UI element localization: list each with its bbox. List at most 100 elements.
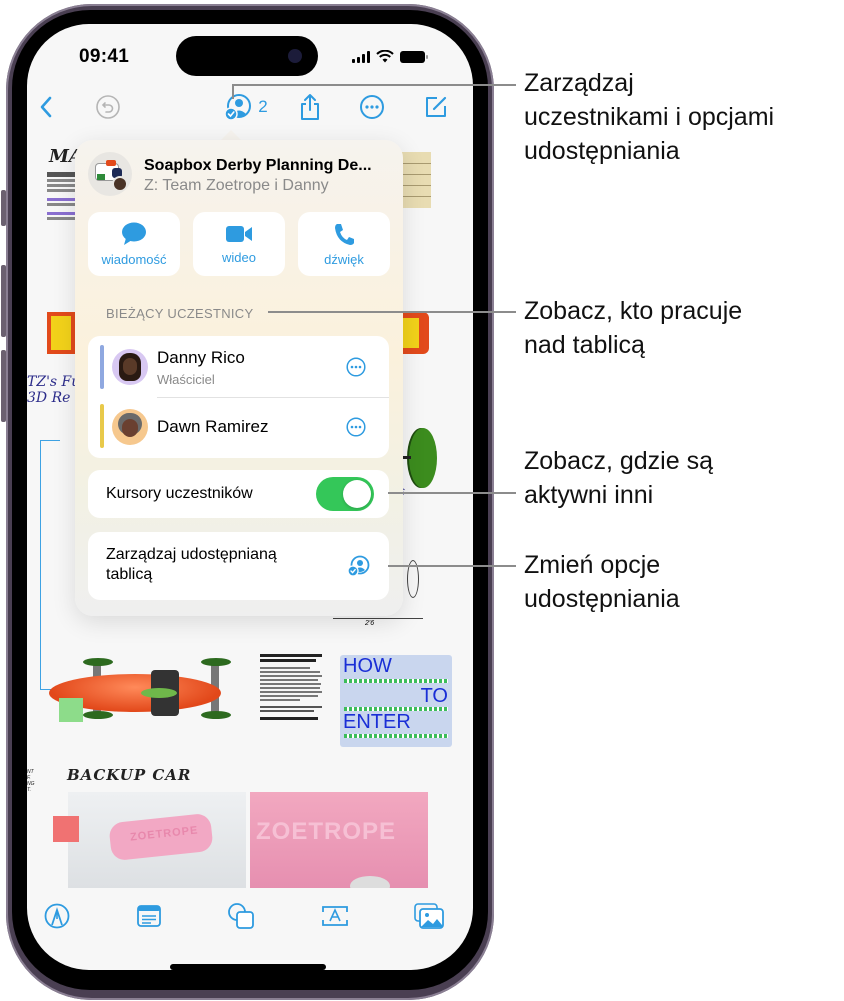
wifi-icon [376, 50, 394, 63]
manage-label-line1: Zarządzaj udostępnianą [106, 546, 277, 563]
callout-line-text: Zmień opcje [524, 551, 661, 579]
callout-leader [388, 565, 516, 567]
cursor-toggle-row: Kursory uczestników [88, 470, 389, 518]
participant-color-bar [100, 404, 104, 448]
backup-car-photo-1: ZOETROPE [68, 792, 246, 888]
callout-line-text: uczestnikami i opcjami [524, 103, 775, 131]
callout-leader [232, 84, 516, 86]
pen-tip-icon [44, 903, 70, 929]
banner-right [399, 312, 429, 354]
photo-icon [414, 903, 444, 929]
callout-line-text: Zobacz, kto pracuje [524, 297, 743, 325]
video-button[interactable]: wideo [193, 212, 285, 276]
more-button[interactable] [357, 90, 387, 124]
manage-shared-board-row[interactable]: Zarządzaj udostępnianą tablicą [88, 532, 389, 600]
message-bubble-icon [122, 222, 146, 245]
board-title: Soapbox Derby Planning De... [144, 157, 372, 174]
board-shared-with: Z: Team Zoetrope i Danny [144, 177, 329, 194]
person-circle-checkmark-icon [224, 94, 252, 121]
how-to-enter-word: ENTER [343, 711, 411, 733]
participant-more-icon[interactable] [346, 357, 366, 377]
banner-left [47, 312, 75, 354]
audio-button[interactable]: dźwięk [298, 212, 390, 276]
participant-row[interactable]: Dawn Ramirez [88, 398, 388, 458]
collaboration-popover: Soapbox Derby Planning De... Z: Team Zoe… [75, 140, 403, 616]
car-wheel [83, 658, 113, 666]
sticky-note-icon [137, 905, 161, 927]
sticky-note-button[interactable] [133, 900, 165, 932]
manage-label-line2: tablicą [106, 566, 153, 583]
backup-car-photo-2: ZOETROPE [250, 792, 428, 888]
manage-shared-board-label: Zarządzaj udostępnianą tablicą [106, 545, 277, 585]
toolbar: 2 [27, 90, 473, 124]
sticky-note-red [53, 816, 79, 842]
share-button[interactable] [295, 90, 325, 124]
car-wheel [83, 711, 113, 719]
participant-color-bar [100, 345, 104, 389]
how-to-enter-word: HOW [343, 655, 392, 677]
dimension-line [333, 618, 423, 619]
dimension-label: 2'6 [365, 620, 375, 627]
volume-up-button [1, 265, 6, 337]
bottom-toolbar [27, 900, 473, 936]
video-camera-icon [226, 225, 252, 242]
callout-line-text: udostępniania [524, 585, 680, 613]
share-icon [301, 94, 319, 120]
backup-car-title: BACKUP CAR [67, 766, 192, 784]
callout-leader [232, 85, 234, 99]
ellipsis-circle-icon [360, 95, 384, 119]
message-label: wiadomość [101, 251, 167, 267]
media-button[interactable] [413, 900, 445, 932]
handwritten-note: TZ's Fu 3D Re [27, 374, 81, 406]
callout-see-active: Zobacz, gdzie są aktywni inni [524, 444, 713, 512]
message-button[interactable]: wiadomość [88, 212, 180, 276]
callout-line-text: udostępniania [524, 137, 680, 165]
how-to-enter-card: HOW TO ENTER [340, 655, 452, 747]
status-time: 09:41 [79, 46, 130, 67]
status-icons [352, 50, 428, 63]
handwritten-side-note: NT F. NG T. [27, 769, 35, 793]
audio-label: dźwięk [324, 251, 364, 267]
callout-change-options: Zmień opcje udostępniania [524, 548, 680, 616]
participant-avatar [112, 409, 148, 445]
participant-row[interactable]: Danny Rico Właściciel [88, 336, 388, 398]
text-box-icon [322, 906, 348, 926]
action-button [1, 190, 6, 226]
undo-button[interactable] [93, 90, 123, 124]
screen: 09:41 2 MA TZ's Fu 3D Re 2'6 HOW TO ENTE… [27, 24, 473, 970]
callout-line-text: nad tablicą [524, 331, 645, 359]
collaborator-count: 2 [258, 97, 268, 116]
shapes-icon [228, 903, 254, 929]
checker-strip [344, 679, 448, 683]
how-to-enter-word: TO [420, 685, 448, 707]
compose-button[interactable] [421, 90, 451, 124]
battery-icon [400, 50, 428, 63]
car-driver [141, 688, 177, 698]
video-label: wideo [222, 249, 256, 265]
participant-cursors-toggle[interactable] [316, 477, 374, 511]
back-button[interactable] [31, 90, 61, 124]
participant-name: Danny Rico [157, 348, 245, 367]
callout-line-text: Zobacz, gdzie są [524, 447, 713, 475]
shapes-button[interactable] [225, 900, 257, 932]
phone-icon [335, 223, 354, 245]
home-indicator [170, 964, 326, 970]
car-wheel [201, 658, 231, 666]
diagram-frame [40, 440, 60, 690]
participant-name: Dawn Ramirez [157, 417, 269, 436]
callout-line-text: Zarządzaj [524, 69, 634, 97]
collaborate-button[interactable]: 2 [221, 90, 271, 124]
person-circle-checkmark-icon [347, 555, 370, 577]
checker-strip [344, 734, 448, 738]
chevron-left-icon [40, 96, 52, 118]
callout-leader [268, 311, 516, 313]
standards-text-block [260, 654, 324, 720]
volume-down-button [1, 350, 6, 422]
markup-tool-button[interactable] [41, 900, 73, 932]
participant-role: Właściciel [157, 372, 215, 387]
text-box-button[interactable] [319, 900, 351, 932]
compose-icon [426, 96, 447, 117]
callout-leader [388, 492, 516, 494]
participant-more-icon[interactable] [346, 417, 366, 437]
participants-list: Danny Rico Właściciel Dawn Ramirez [88, 336, 389, 458]
